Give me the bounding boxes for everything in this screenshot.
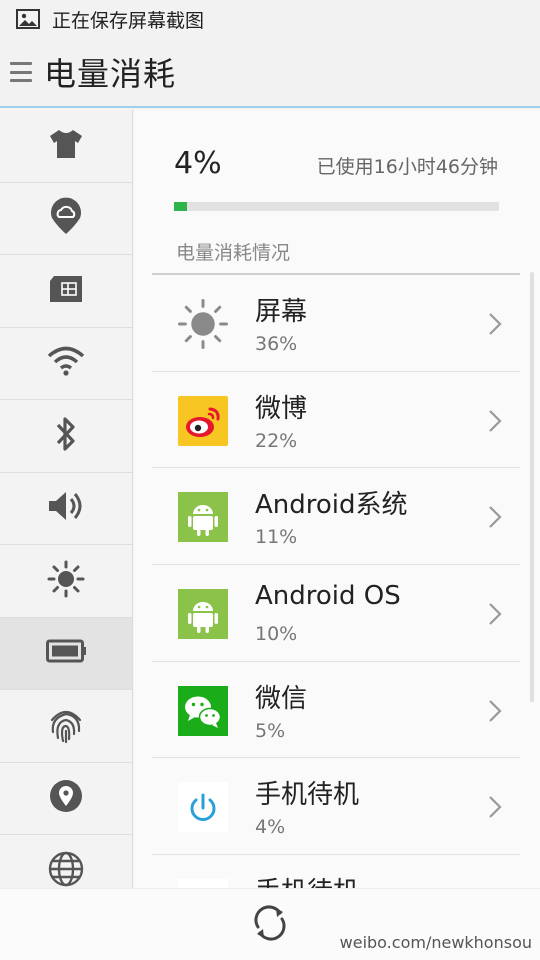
item-percent: 22% — [255, 429, 298, 452]
list-item[interactable]: 手机待机 4% — [152, 758, 520, 856]
battery-icon — [46, 639, 86, 667]
fingerprint-icon — [47, 704, 85, 748]
battery-panel: 4% 已使用16小时46分钟 电量消耗情况 屏幕 36% 微博 22% Andr… — [134, 110, 540, 890]
sun-icon — [177, 298, 229, 350]
list-item[interactable]: Android OS 10% — [152, 565, 520, 662]
rail-item-theme[interactable] — [0, 110, 132, 183]
rail-item-sim[interactable] — [0, 255, 132, 328]
rail-item-battery[interactable] — [0, 617, 132, 690]
item-percent: 11% — [255, 526, 298, 549]
usage-time: 已使用16小时46分钟 — [316, 156, 498, 178]
item-percent: 36% — [255, 333, 298, 355]
rail-item-location[interactable] — [0, 763, 132, 835]
item-name: 微信 — [255, 683, 308, 714]
wechat-icon — [177, 685, 229, 737]
consumption-list: 屏幕 36% 微博 22% Android系统 11% Android OS 1… — [152, 275, 520, 890]
chevron-right-icon — [488, 409, 502, 437]
item-name: 微博 — [255, 393, 308, 424]
theme-shirt-icon — [48, 128, 84, 164]
rail-item-volume[interactable] — [0, 473, 132, 545]
item-percent: 5% — [255, 719, 286, 742]
list-item[interactable]: Android系统 11% — [152, 468, 520, 566]
wifi-icon — [46, 345, 86, 381]
image-icon — [16, 9, 40, 29]
item-name: 屏幕 — [255, 297, 308, 327]
power-icon — [177, 781, 229, 833]
page-title: 电量消耗 — [44, 55, 177, 93]
rail-item-bluetooth[interactable] — [0, 400, 132, 473]
battery-progress-fill — [174, 202, 187, 211]
refresh-icon[interactable] — [250, 903, 290, 947]
list-item[interactable]: 微信 5% — [152, 662, 520, 759]
item-percent: 10% — [255, 623, 298, 646]
menu-icon[interactable] — [10, 59, 32, 85]
globe-icon — [47, 850, 85, 890]
rail-item-language[interactable] — [0, 835, 132, 890]
item-percent: 4% — [255, 816, 286, 839]
list-item[interactable]: 微博 22% — [152, 372, 520, 469]
status-bar: 正在保存屏幕截图 — [0, 0, 540, 38]
weibo-icon — [177, 395, 229, 447]
android-icon — [177, 588, 229, 640]
scrollbar[interactable] — [530, 272, 534, 702]
android-icon — [177, 491, 229, 543]
side-rail — [0, 110, 133, 890]
battery-progress-bar — [174, 202, 499, 211]
chevron-right-icon — [488, 699, 502, 727]
sim-card-icon — [48, 275, 84, 307]
rail-item-wifi[interactable] — [0, 328, 132, 400]
chevron-right-icon — [488, 795, 502, 823]
location-icon — [49, 778, 83, 818]
section-title: 电量消耗情况 — [176, 242, 291, 264]
chevron-right-icon — [488, 312, 502, 340]
chevron-right-icon — [488, 602, 502, 630]
volume-icon — [47, 490, 85, 526]
list-item[interactable]: 手机待机 — [152, 855, 520, 890]
rail-item-cloud[interactable] — [0, 183, 132, 255]
chevron-right-icon — [488, 505, 502, 533]
list-item[interactable]: 屏幕 36% — [152, 275, 520, 372]
battery-percent: 4% — [174, 146, 222, 181]
brightness-icon — [46, 559, 86, 603]
rail-item-display[interactable] — [0, 545, 132, 618]
bluetooth-icon — [53, 414, 79, 458]
title-bar: 电量消耗 — [0, 38, 540, 108]
cloud-icon — [49, 196, 83, 240]
status-text: 正在保存屏幕截图 — [52, 9, 205, 32]
rail-item-fingerprint[interactable] — [0, 690, 132, 763]
item-name: Android系统 — [255, 490, 408, 521]
watermark: weibo.com/newkhonsou — [339, 933, 532, 952]
item-name: 手机待机 — [255, 780, 360, 811]
item-name: Android OS — [255, 581, 401, 612]
